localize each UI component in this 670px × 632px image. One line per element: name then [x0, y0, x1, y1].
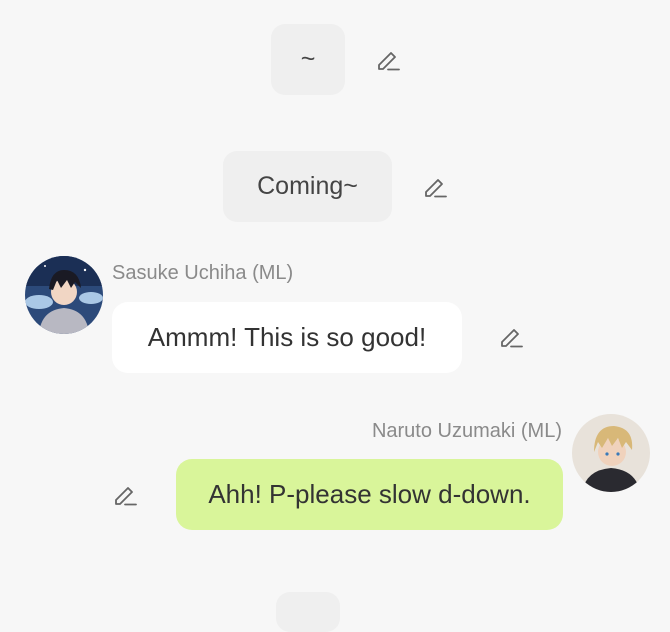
sasuke-avatar[interactable]	[25, 256, 103, 334]
narration-bubble: Coming~	[223, 151, 392, 222]
narration-bubble-partial	[276, 592, 340, 632]
narration-bubble: ~	[271, 24, 345, 95]
message-bubble: Ahh! P-please slow d-down.	[176, 459, 563, 530]
narration-text: Coming~	[257, 172, 358, 200]
edit-narration-button[interactable]	[420, 172, 450, 202]
pencil-edit-icon	[111, 481, 139, 509]
naruto-avatar[interactable]	[572, 414, 650, 492]
sender-name: Sasuke Uchiha (ML)	[112, 262, 294, 284]
edit-narration-button[interactable]	[373, 45, 403, 75]
pencil-edit-icon	[421, 173, 449, 201]
edit-message-button[interactable]	[110, 480, 140, 510]
message-text: Ahh! P-please slow d-down.	[208, 479, 531, 509]
edit-message-button[interactable]	[496, 322, 526, 352]
sender-name: Naruto Uzumaki (ML)	[371, 420, 562, 442]
pencil-edit-icon	[497, 323, 525, 351]
message-text: Ammm! This is so good!	[147, 322, 427, 352]
narration-text: ~	[300, 45, 316, 73]
pencil-edit-icon	[374, 46, 402, 74]
message-bubble: Ammm! This is so good!	[112, 302, 462, 373]
